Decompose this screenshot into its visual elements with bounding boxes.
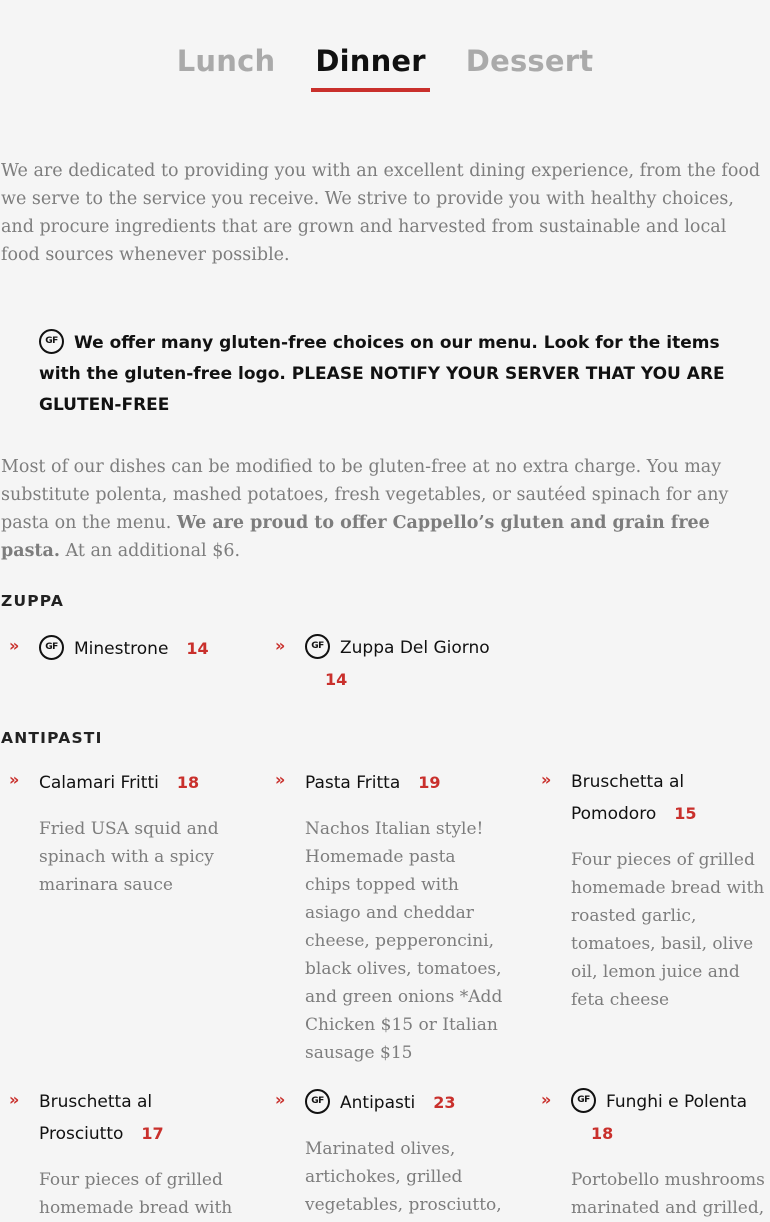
double-chevron-right-icon: » bbox=[541, 1090, 552, 1109]
item-name: Funghi e Polenta bbox=[606, 1092, 748, 1112]
item-price: 14 bbox=[325, 670, 348, 689]
intro-text: We are dedicated to providing you with a… bbox=[1, 161, 761, 265]
item-price: 23 bbox=[433, 1093, 456, 1112]
tab-lunch[interactable]: Lunch bbox=[173, 44, 280, 92]
item-description: Four pieces of grilled homemade bread wi… bbox=[39, 1170, 233, 1218]
double-chevron-right-icon: » bbox=[9, 636, 20, 655]
item-price: 18 bbox=[176, 773, 200, 792]
gluten-free-notice-text: We offer many gluten-free choices on our… bbox=[39, 333, 725, 415]
double-chevron-right-icon: » bbox=[275, 770, 286, 789]
double-chevron-right-icon: » bbox=[541, 770, 552, 789]
item-name: Calamari Fritti bbox=[39, 773, 159, 793]
menu-item: » GF Antipasti 23 Marinated olives, artich… bbox=[275, 1087, 505, 1219]
item-name: Minestrone bbox=[74, 639, 169, 659]
double-chevron-right-icon: » bbox=[9, 770, 20, 789]
tab-dinner[interactable]: Dinner bbox=[311, 44, 430, 92]
gluten-free-icon: GF bbox=[305, 633, 330, 659]
double-chevron-right-icon: » bbox=[9, 1090, 20, 1109]
gluten-free-notice: GF We offer many gluten-free choices on o… bbox=[39, 328, 749, 421]
menu-item: » GF Zuppa Del Giorno 14 bbox=[275, 633, 505, 696]
menu-item: » GF Funghi e Polenta 18 Portobello mushro… bbox=[541, 1087, 769, 1222]
item-name: Antipasti bbox=[340, 1093, 416, 1113]
item-description: Four pieces of grilled homemade bread wi… bbox=[571, 850, 765, 1010]
menu-tabs: Lunch Dinner Dessert bbox=[0, 44, 770, 92]
substitution-text: Most of our dishes can be modified to be… bbox=[1, 453, 766, 565]
item-name: Pasta Fritta bbox=[305, 773, 401, 793]
item-description: Fried USA squid and spinach with a spicy… bbox=[39, 819, 219, 895]
menu-item: » Bruschetta al Prosciutto 17 Four pieces… bbox=[9, 1087, 239, 1222]
substitution-extra: At an additional $6. bbox=[65, 541, 241, 561]
menu-item: » Pasta Fritta 19 Nachos Italian style! H… bbox=[275, 767, 505, 1067]
gluten-free-icon: GF bbox=[571, 1087, 596, 1113]
item-name: Zuppa Del Giorno bbox=[340, 638, 490, 658]
item-price: 19 bbox=[418, 773, 441, 792]
item-price: 17 bbox=[141, 1124, 164, 1143]
gluten-free-icon: GF bbox=[305, 1088, 330, 1114]
double-chevron-right-icon: » bbox=[275, 636, 286, 655]
section-title-antipasti: ANTIPASTI bbox=[1, 729, 103, 747]
gluten-free-icon: GF bbox=[39, 328, 64, 354]
item-description: Marinated olives, artichokes, grilled ve… bbox=[305, 1139, 502, 1215]
section-title-zuppa: ZUPPA bbox=[1, 592, 65, 610]
item-name: Bruschetta al Pomodoro bbox=[571, 772, 685, 824]
item-description: Nachos Italian style! Homemade pasta chi… bbox=[305, 819, 503, 1063]
menu-item: » Calamari Fritti 18 Fried USA squid and … bbox=[9, 767, 239, 899]
menu-item: » GF Minestrone 14 bbox=[9, 633, 239, 665]
double-chevron-right-icon: » bbox=[275, 1090, 286, 1109]
item-price: 14 bbox=[186, 639, 209, 658]
menu-item: » Bruschetta al Pomodoro 15 Four pieces o… bbox=[541, 767, 769, 1014]
item-price: 15 bbox=[674, 804, 697, 823]
item-price: 18 bbox=[591, 1124, 614, 1143]
tab-dessert[interactable]: Dessert bbox=[462, 44, 598, 92]
item-name: Bruschetta al Prosciutto bbox=[39, 1092, 153, 1144]
gluten-free-icon: GF bbox=[39, 634, 64, 660]
item-description: Portobello mushrooms marinated and grill… bbox=[571, 1170, 765, 1218]
